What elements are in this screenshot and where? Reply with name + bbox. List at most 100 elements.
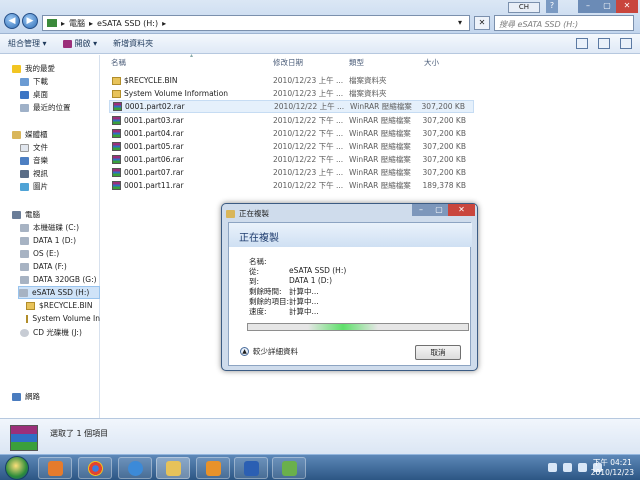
nav-drive-d[interactable]: DATA 1 (D:)	[20, 234, 76, 247]
clock[interactable]: 下午 04:21 2010/12/23	[591, 458, 634, 478]
file-name: 0001.part11.rar	[124, 181, 184, 190]
nav-drive-e[interactable]: OS (E:)	[20, 247, 59, 260]
file-row[interactable]: 0001.part05.rar 2010/12/22 下午 ... WinRAR…	[109, 140, 474, 153]
tray-arrow-icon[interactable]	[548, 463, 557, 472]
close-button[interactable]: ✕	[616, 0, 638, 13]
music-icon	[20, 156, 29, 165]
new-folder-button[interactable]: 新增資料夾	[113, 38, 153, 49]
drive-icon	[20, 262, 29, 271]
file-type: WinRAR 壓縮檔案	[349, 116, 411, 125]
nav-recycle-folder[interactable]: $RECYCLE.BIN	[26, 299, 93, 312]
file-date: 2010/12/23 上午 ...	[273, 89, 344, 98]
command-bar: 組合管理 ▾ 開啟 ▾ 新增資料夾	[0, 34, 640, 54]
start-button[interactable]	[5, 456, 29, 480]
nav-cd-drive[interactable]: CD 光碟機 (J:)	[20, 326, 82, 339]
dialog-maximize-button[interactable]: ▢	[430, 204, 448, 216]
nav-drive-c[interactable]: 本機磁碟 (C:)	[20, 221, 79, 234]
paint-icon	[282, 461, 297, 476]
outlook-icon	[206, 461, 221, 476]
clock-date: 2010/12/23	[590, 468, 634, 477]
change-view-icon[interactable]	[576, 38, 588, 49]
documents-icon	[20, 143, 29, 152]
taskbar-chrome[interactable]	[78, 457, 112, 479]
nav-documents[interactable]: 文件	[20, 141, 48, 154]
nav-music[interactable]: 音樂	[20, 154, 48, 167]
taskbar-ie[interactable]	[118, 457, 152, 479]
nav-desktop[interactable]: 桌面	[20, 88, 48, 101]
preview-pane-icon[interactable]	[598, 38, 610, 49]
help-icon[interactable]	[620, 38, 632, 49]
column-type[interactable]: 類型	[349, 57, 364, 69]
file-row[interactable]: 0001.part04.rar 2010/12/22 下午 ... WinRAR…	[109, 127, 474, 140]
drive-icon	[20, 249, 29, 258]
flag-icon[interactable]	[563, 463, 572, 472]
network-icon[interactable]	[578, 463, 587, 472]
back-button[interactable]: ◀	[4, 13, 20, 29]
nav-libraries[interactable]: 媒體櫃	[12, 128, 48, 141]
open-button[interactable]: 開啟 ▾	[62, 38, 97, 49]
address-dropdown-icon[interactable]: ▾	[458, 18, 462, 27]
explorer-icon	[128, 461, 143, 476]
file-name: 0001.part04.rar	[124, 129, 184, 138]
speed-row: 速度: 計算中...	[249, 307, 319, 316]
breadcrumb-computer[interactable]: 電腦	[69, 18, 85, 29]
nav-drive-h[interactable]: eSATA SSD (H:)	[18, 286, 100, 299]
dialog-minimize-button[interactable]: –	[412, 204, 430, 216]
winrar-archive-icon	[112, 168, 121, 177]
file-date: 2010/12/22 上午 ...	[274, 102, 345, 111]
nav-pictures[interactable]: 圖片	[20, 180, 48, 193]
file-row-selected[interactable]: 0001.part02.rar 2010/12/22 上午 ... WinRAR…	[109, 100, 474, 113]
file-date: 2010/12/22 下午 ...	[273, 116, 344, 125]
maximize-button[interactable]: ▢	[598, 0, 616, 13]
cancel-button[interactable]: 取消	[415, 345, 461, 360]
taskbar-media-player[interactable]	[38, 457, 72, 479]
forward-button[interactable]: ▶	[22, 13, 38, 29]
dialog-header: 正在複製	[229, 223, 472, 247]
column-name[interactable]: 名稱	[111, 57, 126, 69]
file-row[interactable]: 0001.part11.rar 2010/12/22 下午 ... WinRAR…	[109, 179, 474, 192]
close-address-icon[interactable]: ✕	[474, 16, 490, 30]
dialog-close-button[interactable]: ✕	[448, 204, 475, 216]
column-size[interactable]: 大小	[424, 57, 439, 69]
file-row[interactable]: System Volume Information 2010/12/23 上午 …	[109, 87, 474, 100]
dialog-title: 正在複製	[239, 209, 269, 218]
organize-button[interactable]: 組合管理 ▾	[8, 38, 47, 49]
clock-time: 下午 04:21	[592, 458, 632, 467]
file-type: WinRAR 壓縮檔案	[349, 168, 411, 177]
file-row[interactable]: 0001.part03.rar 2010/12/22 下午 ... WinRAR…	[109, 114, 474, 127]
file-row[interactable]: 0001.part07.rar 2010/12/23 上午 ... WinRAR…	[109, 166, 474, 179]
taskbar-outlook[interactable]	[196, 457, 230, 479]
winrar-archive-icon	[112, 129, 121, 138]
nav-computer[interactable]: 電腦	[12, 208, 40, 221]
file-date: 2010/12/22 下午 ...	[273, 155, 344, 164]
nav-drive-g[interactable]: DATA 320GB (G:)	[20, 273, 97, 286]
taskbar-file-explorer[interactable]	[156, 457, 190, 479]
file-name: System Volume Information	[124, 89, 229, 98]
breadcrumb-drive[interactable]: eSATA SSD (H:)	[97, 19, 158, 28]
file-row[interactable]: $RECYCLE.BIN 2010/12/23 上午 ... 檔案資料夾	[109, 74, 474, 87]
nav-network[interactable]: 網路	[12, 390, 40, 403]
nav-recent[interactable]: 最近的位置	[20, 101, 71, 114]
file-row[interactable]: 0001.part06.rar 2010/12/22 下午 ... WinRAR…	[109, 153, 474, 166]
dialog-titlebar[interactable]: 正在複製	[226, 208, 269, 219]
star-icon	[12, 64, 21, 73]
minimize-button[interactable]: –	[578, 0, 598, 13]
nav-drive-f[interactable]: DATA (F:)	[20, 260, 67, 273]
file-type: WinRAR 壓縮檔案	[349, 181, 411, 190]
column-date[interactable]: 修改日期	[273, 57, 303, 69]
nav-videos[interactable]: 視訊	[20, 167, 48, 180]
nav-downloads[interactable]: 下載	[20, 75, 48, 88]
taskbar: 下午 04:21 2010/12/23	[0, 454, 640, 480]
help-icon[interactable]: ?	[546, 0, 558, 13]
nav-system-volume-folder[interactable]: System Volume In	[26, 312, 100, 325]
taskbar-word[interactable]	[234, 457, 268, 479]
drive-icon	[20, 275, 29, 284]
winrar-archive-icon	[112, 181, 121, 190]
language-indicator[interactable]: CH	[508, 2, 540, 13]
nav-favorites[interactable]: 我的最愛	[12, 62, 55, 75]
search-input[interactable]: 搜尋 eSATA SSD (H:)	[494, 15, 634, 31]
address-field[interactable]: ▸ 電腦 ▸ eSATA SSD (H:) ▸	[42, 15, 470, 31]
file-type: WinRAR 壓縮檔案	[349, 129, 411, 138]
less-details-toggle[interactable]: ▲ 較少詳細資料	[240, 346, 298, 357]
taskbar-paint[interactable]	[272, 457, 306, 479]
